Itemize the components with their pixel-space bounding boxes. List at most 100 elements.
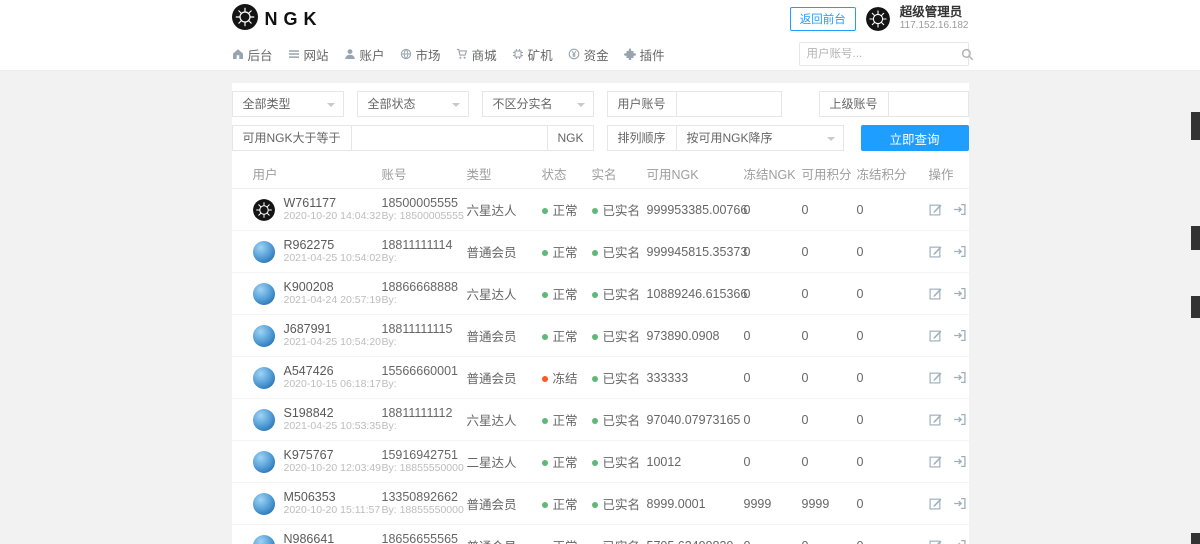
- status-select[interactable]: 全部状态: [357, 91, 469, 117]
- frozen-ngk: 0: [744, 455, 802, 469]
- ngk-logo-icon: [232, 4, 258, 35]
- edit-user-button[interactable]: [929, 371, 942, 384]
- nav-item-funds[interactable]: 资金: [568, 45, 609, 64]
- edit-user-button[interactable]: [929, 245, 942, 258]
- nav-item-mall[interactable]: 商城: [456, 45, 497, 64]
- scrollbar-thumb[interactable]: [1191, 296, 1200, 318]
- user-search-input[interactable]: [807, 48, 961, 60]
- member-type: 六星达人: [467, 284, 542, 303]
- parent-account-input[interactable]: [889, 92, 968, 116]
- user-name: N986641: [284, 532, 382, 544]
- table-row: M5063532020-10-20 15:11:5713350892662By:…: [232, 483, 969, 525]
- sort-select[interactable]: 按可用NGK降序: [677, 126, 843, 150]
- edit-user-button[interactable]: [929, 329, 942, 342]
- login-as-user-button[interactable]: [953, 287, 966, 300]
- login-as-user-button[interactable]: [953, 371, 966, 384]
- user-name: K900208: [284, 280, 382, 294]
- member-type: 普通会员: [467, 494, 542, 513]
- nav-item-market[interactable]: 市场: [400, 45, 441, 64]
- column-header: 可用积分: [802, 164, 857, 183]
- status-dot: [542, 460, 548, 466]
- realname-select[interactable]: 不区分实名: [482, 91, 594, 117]
- user-avatar: [253, 409, 275, 431]
- login-as-user-button[interactable]: [953, 203, 966, 216]
- ngk-min-input[interactable]: [352, 126, 548, 150]
- login-as-user-button[interactable]: [953, 455, 966, 468]
- user-name: K975767: [284, 448, 382, 462]
- nav-item-label: 后台: [248, 45, 273, 64]
- frozen-ngk: 0: [744, 413, 802, 427]
- login-as-user-button[interactable]: [953, 539, 966, 544]
- user-cell: S1988422021-04-25 10:53:35: [253, 406, 382, 433]
- edit-user-button[interactable]: [929, 539, 942, 544]
- nav-item-site[interactable]: 网站: [288, 45, 329, 64]
- nav-item-label: 插件: [640, 45, 665, 64]
- user-cell: M5063532020-10-20 15:11:57: [253, 490, 382, 517]
- available-ngk: 333333: [647, 371, 744, 385]
- frozen-ngk: 9999: [744, 497, 802, 511]
- table-row: A5474262020-10-15 06:18:1715566660001By:…: [232, 357, 969, 399]
- scrollbar-thumb[interactable]: [1191, 533, 1200, 544]
- user-name: A547426: [284, 364, 382, 378]
- frozen-ngk: 0: [744, 287, 802, 301]
- edit-user-button[interactable]: [929, 203, 942, 216]
- ngk-min-label: 可用NGK大于等于: [233, 126, 352, 150]
- query-button[interactable]: 立即查询: [861, 125, 969, 151]
- scrollbar-thumb[interactable]: [1191, 112, 1200, 140]
- table-body: W7611772020-10-20 14:04:3218500005555By:…: [232, 189, 969, 544]
- sort-group: 排列顺序 按可用NGK降序: [607, 125, 844, 151]
- admin-ip: 117.152.16.182: [900, 19, 969, 32]
- nav-item-miner[interactable]: 矿机: [512, 45, 553, 64]
- available-points: 0: [802, 413, 857, 427]
- top-header: NGK 返回前台 超级管理员 117.152.16.182: [0, 0, 1200, 38]
- login-as-user-button[interactable]: [953, 413, 966, 426]
- nav-item-plugin[interactable]: 插件: [624, 45, 665, 64]
- user-avatar: [253, 283, 275, 305]
- referrer: By:: [382, 378, 467, 391]
- edit-user-button[interactable]: [929, 287, 942, 300]
- account-filter-input[interactable]: [677, 92, 781, 116]
- login-as-user-button[interactable]: [953, 497, 966, 510]
- status-dot: [542, 208, 548, 214]
- user-name: J687991: [284, 322, 382, 336]
- edit-user-button[interactable]: [929, 413, 942, 426]
- login-as-user-button[interactable]: [953, 245, 966, 258]
- ops-cell: [929, 245, 969, 258]
- user-cell: R9622752021-04-25 10:54:02: [253, 238, 382, 265]
- status-cell: 正常: [542, 410, 592, 429]
- edit-user-button[interactable]: [929, 497, 942, 510]
- account-cell: 18811111112By:: [382, 406, 467, 433]
- user-name: M506353: [284, 490, 381, 504]
- account-number: 18811111115: [382, 322, 467, 336]
- table-row: J6879912021-04-25 10:54:2018811111115By:…: [232, 315, 969, 357]
- available-points: 0: [802, 371, 857, 385]
- user-cell: J6879912021-04-25 10:54:20: [253, 322, 382, 349]
- realname-cell: 已实名: [592, 368, 647, 387]
- member-type: 普通会员: [467, 536, 542, 544]
- available-ngk: 999953385.00766: [647, 203, 744, 217]
- realname-cell: 已实名: [592, 242, 647, 261]
- edit-user-button[interactable]: [929, 455, 942, 468]
- realname-dot: [592, 334, 598, 340]
- account-number: 18866668888: [382, 280, 467, 294]
- type-select[interactable]: 全部类型: [232, 91, 344, 117]
- member-type: 普通会员: [467, 326, 542, 345]
- realname-cell: 已实名: [592, 410, 647, 429]
- ngk-min-group: 可用NGK大于等于 NGK: [232, 125, 594, 151]
- login-as-user-button[interactable]: [953, 329, 966, 342]
- column-header: 实名: [592, 164, 647, 183]
- back-to-frontend-button[interactable]: 返回前台: [790, 7, 856, 31]
- account-number: 15566660001: [382, 364, 467, 378]
- table-row: R9622752021-04-25 10:54:0218811111114By:…: [232, 231, 969, 273]
- parent-account-label: 上级账号: [820, 92, 889, 116]
- search-icon[interactable]: [961, 48, 974, 61]
- nav-item-user[interactable]: 账户: [344, 45, 385, 64]
- column-header: 用户: [253, 164, 382, 183]
- member-type: 六星达人: [467, 200, 542, 219]
- frozen-ngk: 0: [744, 371, 802, 385]
- account-cell: 18500005555By: 18500005555: [382, 196, 467, 223]
- referrer: By: 18855550000: [382, 504, 467, 517]
- scrollbar-thumb[interactable]: [1191, 226, 1200, 250]
- nav-item-home[interactable]: 后台: [232, 45, 273, 64]
- register-date: 2021-04-24 20:57:19: [284, 294, 382, 307]
